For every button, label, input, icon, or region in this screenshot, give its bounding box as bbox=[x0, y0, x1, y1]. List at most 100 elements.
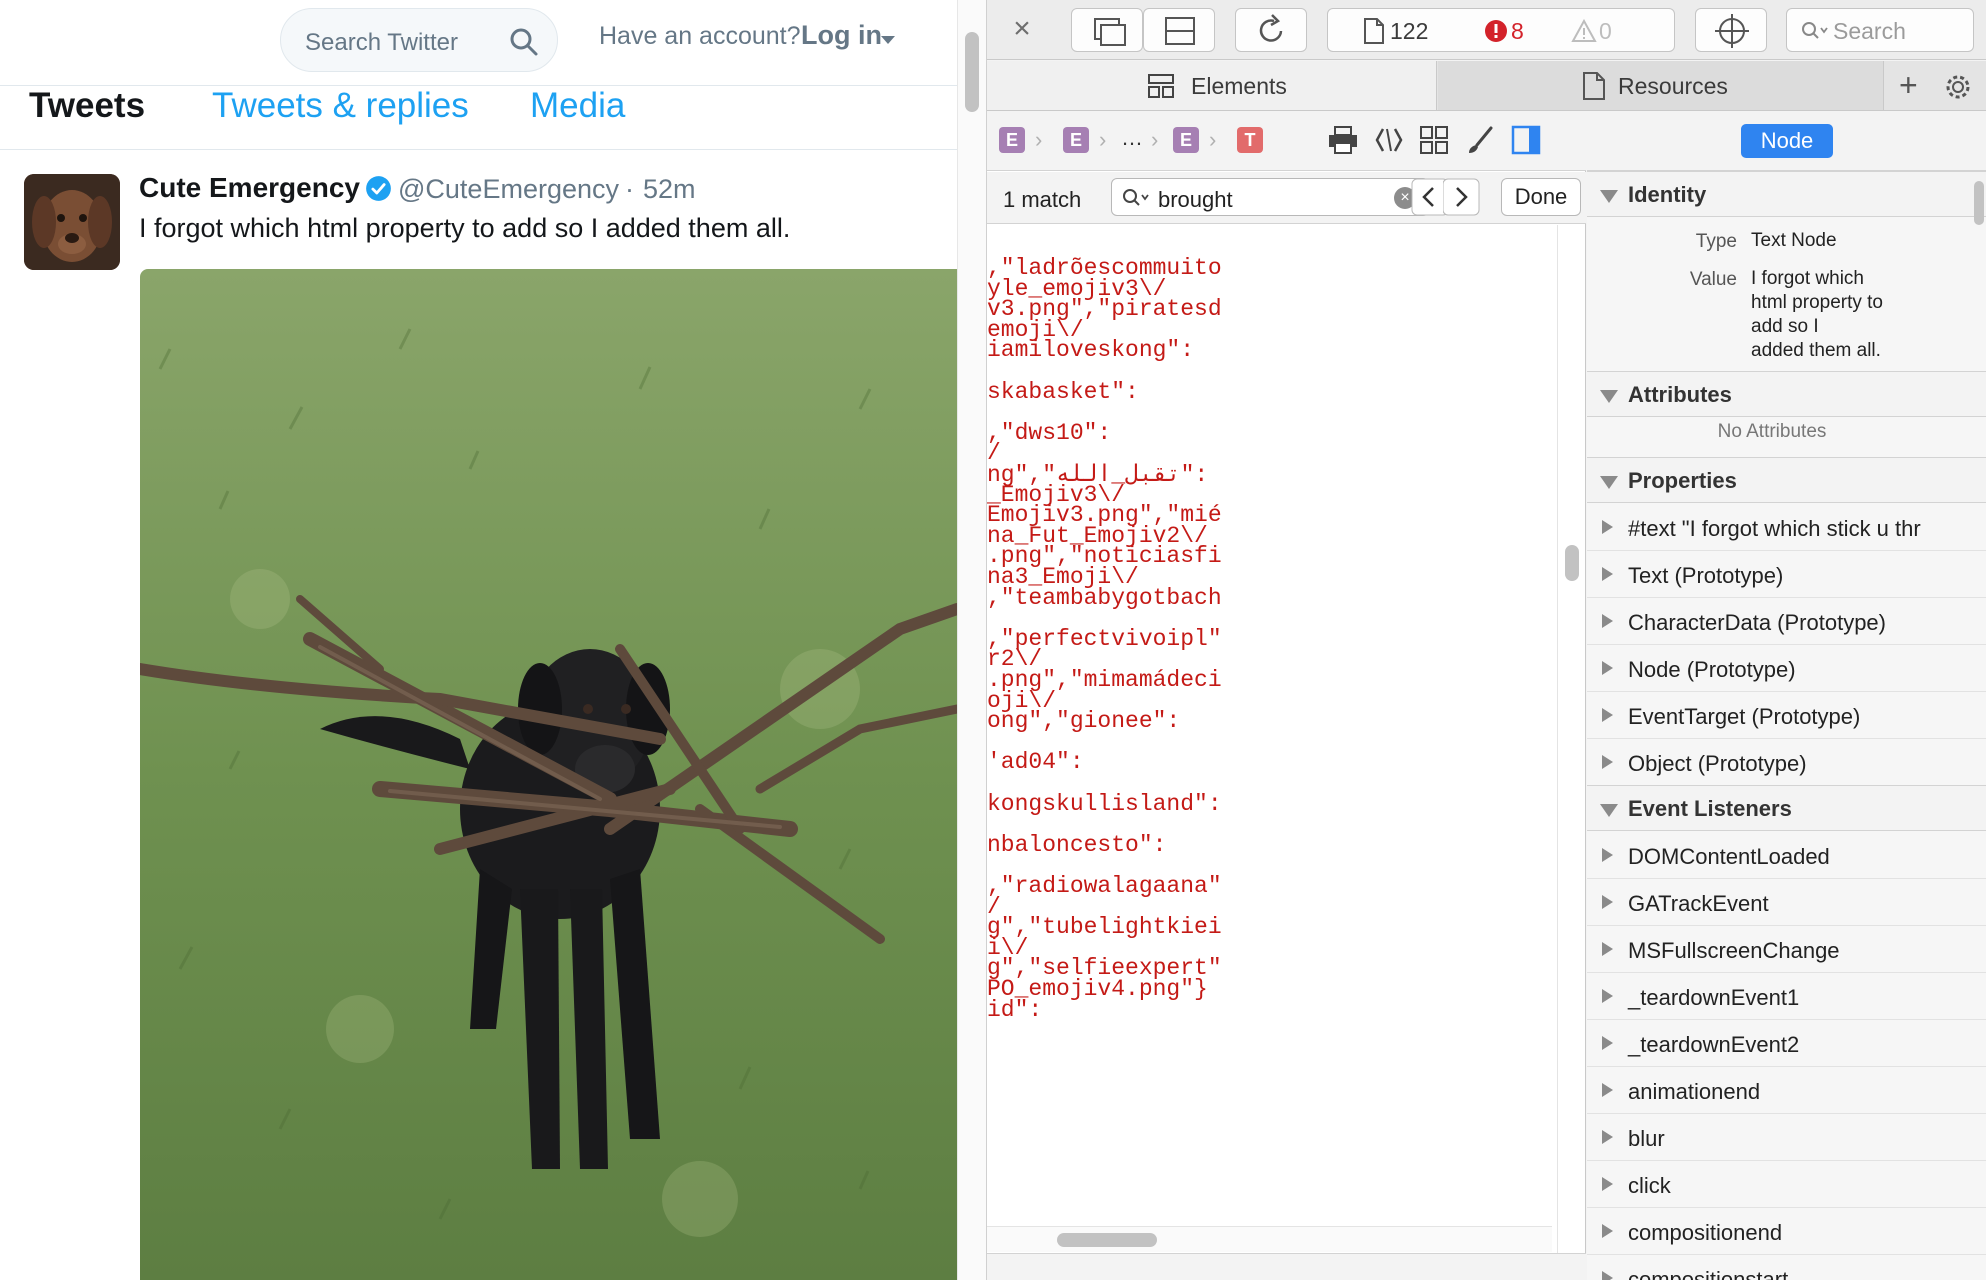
search-input[interactable]: Search Twitter bbox=[280, 8, 558, 72]
disclosure-triangle-icon[interactable] bbox=[1602, 848, 1613, 862]
detach-window-button[interactable] bbox=[1071, 8, 1143, 52]
warning-icon bbox=[1571, 19, 1597, 42]
app-root: Search Twitter Have an account? Log in T… bbox=[0, 0, 1986, 1280]
inspector-search-input[interactable]: Search bbox=[1786, 8, 1974, 52]
event-listeners-section-header[interactable]: Event Listeners bbox=[1587, 785, 1986, 831]
account-prompt: Have an account? bbox=[599, 22, 801, 50]
property-row[interactable]: EventTarget (Prototype) bbox=[1587, 692, 1986, 739]
page-scrollbar[interactable] bbox=[957, 0, 987, 1280]
event-listener-row[interactable]: click bbox=[1587, 1161, 1986, 1208]
code-hscroll-thumb[interactable] bbox=[1057, 1233, 1157, 1247]
disclosure-triangle-icon[interactable] bbox=[1602, 755, 1613, 769]
tweet-author-name[interactable]: Cute Emergency bbox=[139, 172, 360, 204]
disclosure-triangle-icon[interactable] bbox=[1602, 708, 1613, 722]
property-row[interactable]: Text (Prototype) bbox=[1587, 551, 1986, 598]
tweet-timestamp[interactable]: 52m bbox=[643, 174, 696, 205]
node-sidebar: Node Identity Type Text Node Value I for… bbox=[1587, 111, 1986, 1280]
event-listener-row[interactable]: compositionend bbox=[1587, 1208, 1986, 1255]
activity-counter[interactable]: 122 8 0 bbox=[1327, 8, 1675, 52]
property-row[interactable]: Object (Prototype) bbox=[1587, 739, 1986, 786]
layout-grid-icon[interactable] bbox=[1419, 125, 1449, 155]
disclosure-triangle-icon[interactable] bbox=[1602, 1083, 1613, 1097]
property-row[interactable]: Node (Prototype) bbox=[1587, 645, 1986, 692]
paint-brush-icon[interactable] bbox=[1465, 125, 1495, 155]
identity-section-header[interactable]: Identity bbox=[1587, 171, 1986, 217]
property-row[interactable]: CharacterData (Prototype) bbox=[1587, 598, 1986, 645]
caret-down-icon[interactable] bbox=[881, 36, 895, 44]
page-scroll-thumb[interactable] bbox=[965, 32, 979, 112]
print-styles-icon[interactable] bbox=[1327, 125, 1359, 155]
event-listener-label: blur bbox=[1628, 1126, 1665, 1151]
shadow-dom-icon[interactable] bbox=[1373, 125, 1405, 155]
disclosure-triangle-icon[interactable] bbox=[1602, 661, 1613, 675]
gear-icon[interactable] bbox=[1942, 71, 1974, 103]
chevron-right-icon[interactable] bbox=[1443, 177, 1483, 217]
event-listener-row[interactable]: compositionstart bbox=[1587, 1255, 1986, 1280]
find-input[interactable]: brought × bbox=[1111, 178, 1429, 216]
properties-section-header[interactable]: Properties bbox=[1587, 457, 1986, 503]
code-line: iamiloveskong": bbox=[987, 337, 1195, 364]
code-horizontal-scrollbar[interactable] bbox=[987, 1226, 1552, 1252]
tweet-photo[interactable] bbox=[140, 269, 957, 1280]
event-listener-label: GATrackEvent bbox=[1628, 891, 1769, 916]
tweet[interactable]: Cute Emergency @CuteEmergency · 52m I fo… bbox=[0, 151, 957, 1280]
code-scroll-thumb[interactable] bbox=[1565, 545, 1579, 581]
sidebar-scrollbar[interactable] bbox=[1972, 181, 1986, 1271]
tab-tweets-replies[interactable]: Tweets & replies bbox=[212, 86, 469, 126]
login-link[interactable]: Log in bbox=[801, 20, 882, 51]
avatar[interactable] bbox=[24, 174, 120, 270]
disclosure-triangle-icon[interactable] bbox=[1602, 1036, 1613, 1050]
tab-tweets[interactable]: Tweets bbox=[29, 86, 145, 126]
disclosure-triangle-icon[interactable] bbox=[1602, 989, 1613, 1003]
attributes-section-header[interactable]: Attributes bbox=[1587, 371, 1986, 417]
disclosure-triangle-icon[interactable] bbox=[1602, 1271, 1613, 1280]
tweet-author-handle[interactable]: @CuteEmergency bbox=[398, 174, 619, 205]
breadcrumb-ellipsis[interactable]: … bbox=[1121, 125, 1143, 151]
disclosure-triangle-icon[interactable] bbox=[1602, 1224, 1613, 1238]
disclosure-triangle-icon[interactable] bbox=[1602, 520, 1613, 534]
disclosure-triangle-icon[interactable] bbox=[1602, 1130, 1613, 1144]
breadcrumb-element-badge[interactable]: E bbox=[1173, 127, 1199, 153]
close-icon[interactable]: × bbox=[1007, 14, 1037, 44]
event-listener-row[interactable]: _teardownEvent2 bbox=[1587, 1020, 1986, 1067]
dock-bottom-button[interactable] bbox=[1143, 8, 1215, 52]
new-tab-plus-icon[interactable]: + bbox=[1899, 67, 1918, 104]
node-tab-button[interactable]: Node bbox=[1741, 124, 1833, 158]
code-line: ,"dws10": bbox=[987, 419, 1112, 446]
disclosure-triangle-icon[interactable] bbox=[1602, 895, 1613, 909]
disclosure-triangle-icon[interactable] bbox=[1602, 942, 1613, 956]
disclosure-triangle-icon[interactable] bbox=[1602, 1177, 1613, 1191]
properties-title: Properties bbox=[1628, 468, 1737, 493]
identity-value-key: Value bbox=[1689, 269, 1737, 290]
event-listener-row[interactable]: DOMContentLoaded bbox=[1587, 832, 1986, 879]
breadcrumb-text-badge[interactable]: T bbox=[1237, 127, 1263, 153]
inspect-element-button[interactable] bbox=[1695, 8, 1767, 52]
property-row[interactable]: #text "I forgot which stick u thr bbox=[1587, 504, 1986, 551]
event-listener-row[interactable]: blur bbox=[1587, 1114, 1986, 1161]
event-listener-label: _teardownEvent2 bbox=[1628, 1032, 1800, 1057]
tab-elements[interactable]: Elements bbox=[987, 61, 1437, 110]
inspector-bottom-bar bbox=[987, 1253, 1586, 1280]
event-listener-row[interactable]: GATrackEvent bbox=[1587, 879, 1986, 926]
reload-icon bbox=[1259, 14, 1283, 42]
disclosure-triangle-icon[interactable] bbox=[1602, 567, 1613, 581]
tab-resources[interactable]: Resources bbox=[1438, 61, 1884, 110]
event-listener-row[interactable]: MSFullscreenChange bbox=[1587, 926, 1986, 973]
breadcrumb-element-badge[interactable]: E bbox=[999, 127, 1025, 153]
code-vertical-scrollbar[interactable] bbox=[1557, 225, 1585, 1265]
disclosure-triangle-icon[interactable] bbox=[1602, 614, 1613, 628]
dog-with-sticks-image bbox=[140, 269, 957, 1280]
find-bar: 1 match brought × Done bbox=[987, 172, 1586, 224]
event-listener-row[interactable]: _teardownEvent1 bbox=[1587, 973, 1986, 1020]
find-done-button[interactable]: Done bbox=[1501, 178, 1581, 216]
sidebar-scroll-thumb[interactable] bbox=[1974, 181, 1984, 225]
tab-media[interactable]: Media bbox=[530, 86, 625, 126]
event-listener-row[interactable]: animationend bbox=[1587, 1067, 1986, 1114]
chevron-left-icon[interactable] bbox=[1408, 177, 1448, 217]
toggle-sidebar-icon[interactable] bbox=[1509, 123, 1543, 157]
search-icon[interactable] bbox=[509, 27, 539, 57]
identity-value-line: html property to bbox=[1751, 292, 1883, 313]
breadcrumb-element-badge[interactable]: E bbox=[1063, 127, 1089, 153]
code-view[interactable]: ,"ladrõescommuito yle_emojiv3\/v3.png","p… bbox=[987, 225, 1552, 1265]
reload-button[interactable] bbox=[1235, 8, 1307, 52]
